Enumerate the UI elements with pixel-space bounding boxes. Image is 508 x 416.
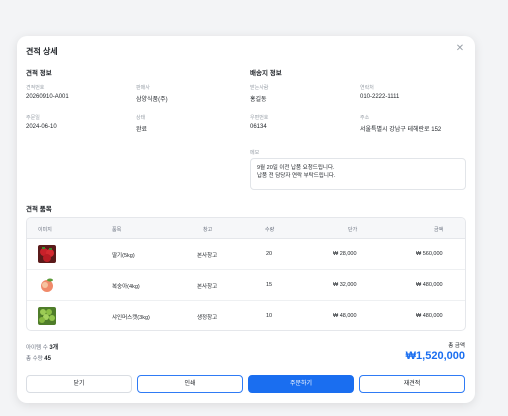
item-qty: 15 [266,282,273,288]
total-qty-label: 총 수량 [26,356,43,362]
th-qty: 수량 [265,227,275,233]
item-warehouse: 생정창고 [197,315,218,321]
phone-label: 연락처 [360,85,374,91]
strawberry-thumbnail [38,245,56,263]
item-name: 복숭아(4kg) [112,284,140,290]
items-table: 이미지 품목 창고 수량 단가 금액 딸기(5kg) 본사창고 20 ₩ 28,… [26,217,466,331]
th-name: 품목 [112,227,122,233]
close-button[interactable]: 닫기 [26,375,132,393]
order-button[interactable]: 주문하기 [248,375,354,393]
item-qty: 10 [266,313,273,319]
close-icon[interactable]: ✕ [455,44,465,54]
items-title: 견적 품목 [26,206,52,213]
memo-line-1: 9월 20일 이전 납품 요청드립니다. [257,165,335,171]
address-value: 서울특별시 강남구 테헤란로 152 [360,127,442,133]
total-amount-label: 총 금액 [448,343,465,349]
table-row[interactable]: 딸기(5kg) 본사창고 20 ₩ 28,000 ₩ 560,000 [27,239,465,270]
address-label: 주소 [360,115,370,121]
item-amount: ₩ 560,000 [416,251,443,257]
item-amount: ₩ 480,000 [416,282,443,288]
total-qty: 총 수량 45 [26,354,51,362]
shipping-info-title: 배송지 정보 [250,70,282,77]
item-count-value: 3개 [49,345,59,351]
status-value: 완료 [136,127,148,133]
item-unit-price: ₩ 32,000 [333,282,357,288]
recipient-label: 받는사람 [250,85,269,91]
item-qty: 20 [266,251,273,257]
status-label: 상태 [136,115,146,121]
order-date: 2024-06-10 [26,124,57,130]
th-image: 이미지 [38,227,52,233]
seller-label: 판매사 [136,85,150,91]
item-name: 딸기(5kg) [112,253,135,259]
requote-button[interactable]: 재견적 [359,375,465,393]
table-row[interactable]: 샤인머스캣(3kg) 생정창고 10 ₩ 48,000 ₩ 480,000 [27,301,465,330]
quote-info-title: 견적 정보 [26,70,52,77]
peach-thumbnail [38,276,56,294]
th-unit-price: 단가 [348,227,358,233]
item-name: 샤인머스캣(3kg) [112,315,150,321]
order-date-label: 주문일 [26,115,40,121]
th-amount: 금액 [434,227,444,233]
quote-number: 20260910-A001 [26,94,69,100]
grape-thumbnail [38,307,56,325]
recipient-value: 홍길동 [250,97,267,103]
table-row[interactable]: 복숭아(4kg) 본사창고 15 ₩ 32,000 ₩ 480,000 [27,270,465,301]
item-count-label: 아이템 수 [26,345,48,351]
quote-number-label: 견적번호 [26,85,45,91]
memo-line-2: 납품 전 담당자 연락 부탁드립니다. [257,173,336,179]
memo-label: 메모 [250,150,260,156]
print-button[interactable]: 인쇄 [137,375,243,393]
postcode-value: 06134 [250,124,267,130]
total-qty-value: 45 [44,356,51,362]
item-unit-price: ₩ 48,000 [333,313,357,319]
seller-value: 삼양식품(주) [136,97,168,103]
item-count: 아이템 수 3개 [26,342,58,351]
total-amount-value: ₩1,520,000 [405,350,465,362]
th-warehouse: 창고 [203,227,213,233]
postcode-label: 우편번호 [250,115,269,121]
table-header: 이미지 품목 창고 수량 단가 금액 [27,218,465,239]
quote-detail-modal: 견적 상세 ✕ 견적 정보 견적번호 20260910-A001 판매사 삼양식… [17,36,475,403]
item-amount: ₩ 480,000 [416,313,443,319]
item-unit-price: ₩ 28,000 [333,251,357,257]
modal-header: 견적 상세 ✕ [17,36,475,66]
memo-box: 9월 20일 이전 납품 요청드립니다. 납품 전 담당자 연락 부탁드립니다. [250,158,466,190]
modal-title: 견적 상세 [26,47,58,56]
phone-value: 010-2222-1111 [360,94,400,100]
item-warehouse: 본사창고 [197,284,218,290]
item-warehouse: 본사창고 [197,253,218,259]
